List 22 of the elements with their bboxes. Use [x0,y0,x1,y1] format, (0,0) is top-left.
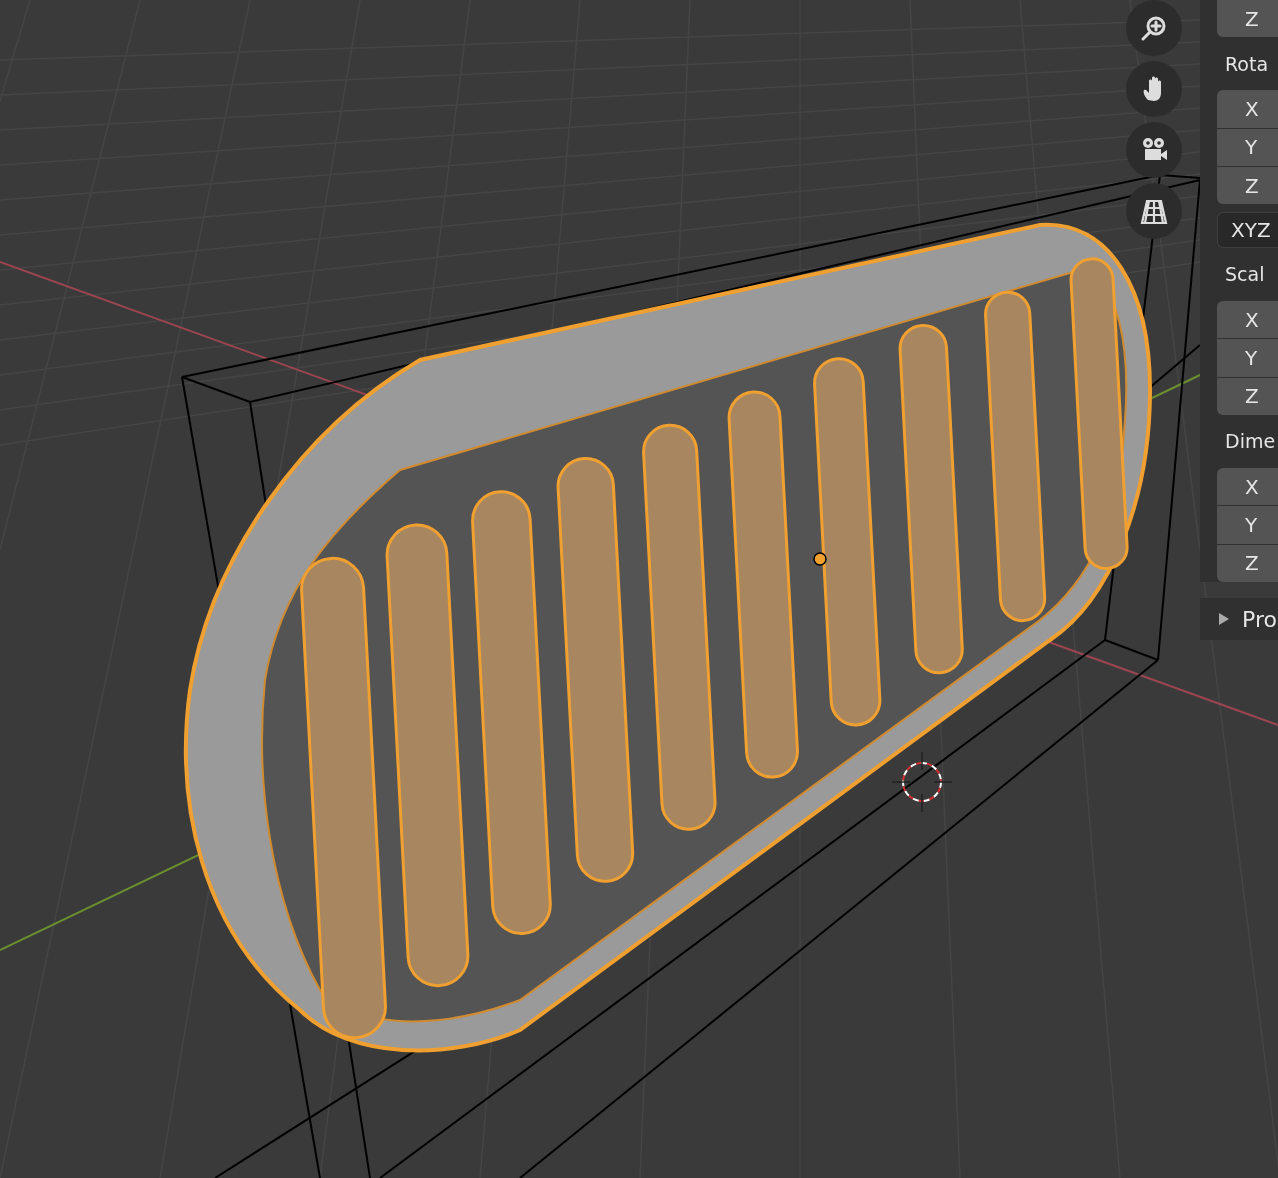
perspective-view-button[interactable] [1126,183,1182,239]
section-label: Dime [1224,429,1277,455]
subpanel-title: Pro [1242,605,1277,634]
section-label: Rota [1224,51,1270,77]
number-field[interactable]: X [1217,468,1278,506]
number-field[interactable]: Y [1217,128,1278,167]
number-field[interactable]: Y [1217,506,1278,544]
number-field[interactable]: X [1217,90,1278,128]
subpanel-header[interactable]: Pro [1200,598,1278,640]
section-label: Scal [1224,262,1266,288]
camera-view-button[interactable] [1126,122,1182,178]
number-field[interactable]: Z [1217,544,1278,582]
number-field[interactable]: Z [1217,167,1278,205]
pan-view-button[interactable] [1126,61,1182,117]
3d-cursor-icon [891,751,953,813]
number-field[interactable]: X [1217,300,1278,339]
zoom-view-button[interactable] [1126,0,1182,56]
origin-point [813,552,827,566]
number-field[interactable]: Z [1217,0,1278,38]
number-field[interactable]: Y [1217,339,1278,377]
number-field[interactable]: Z [1217,377,1278,415]
rotation-mode-dropdown[interactable]: XYZ [1217,212,1278,248]
